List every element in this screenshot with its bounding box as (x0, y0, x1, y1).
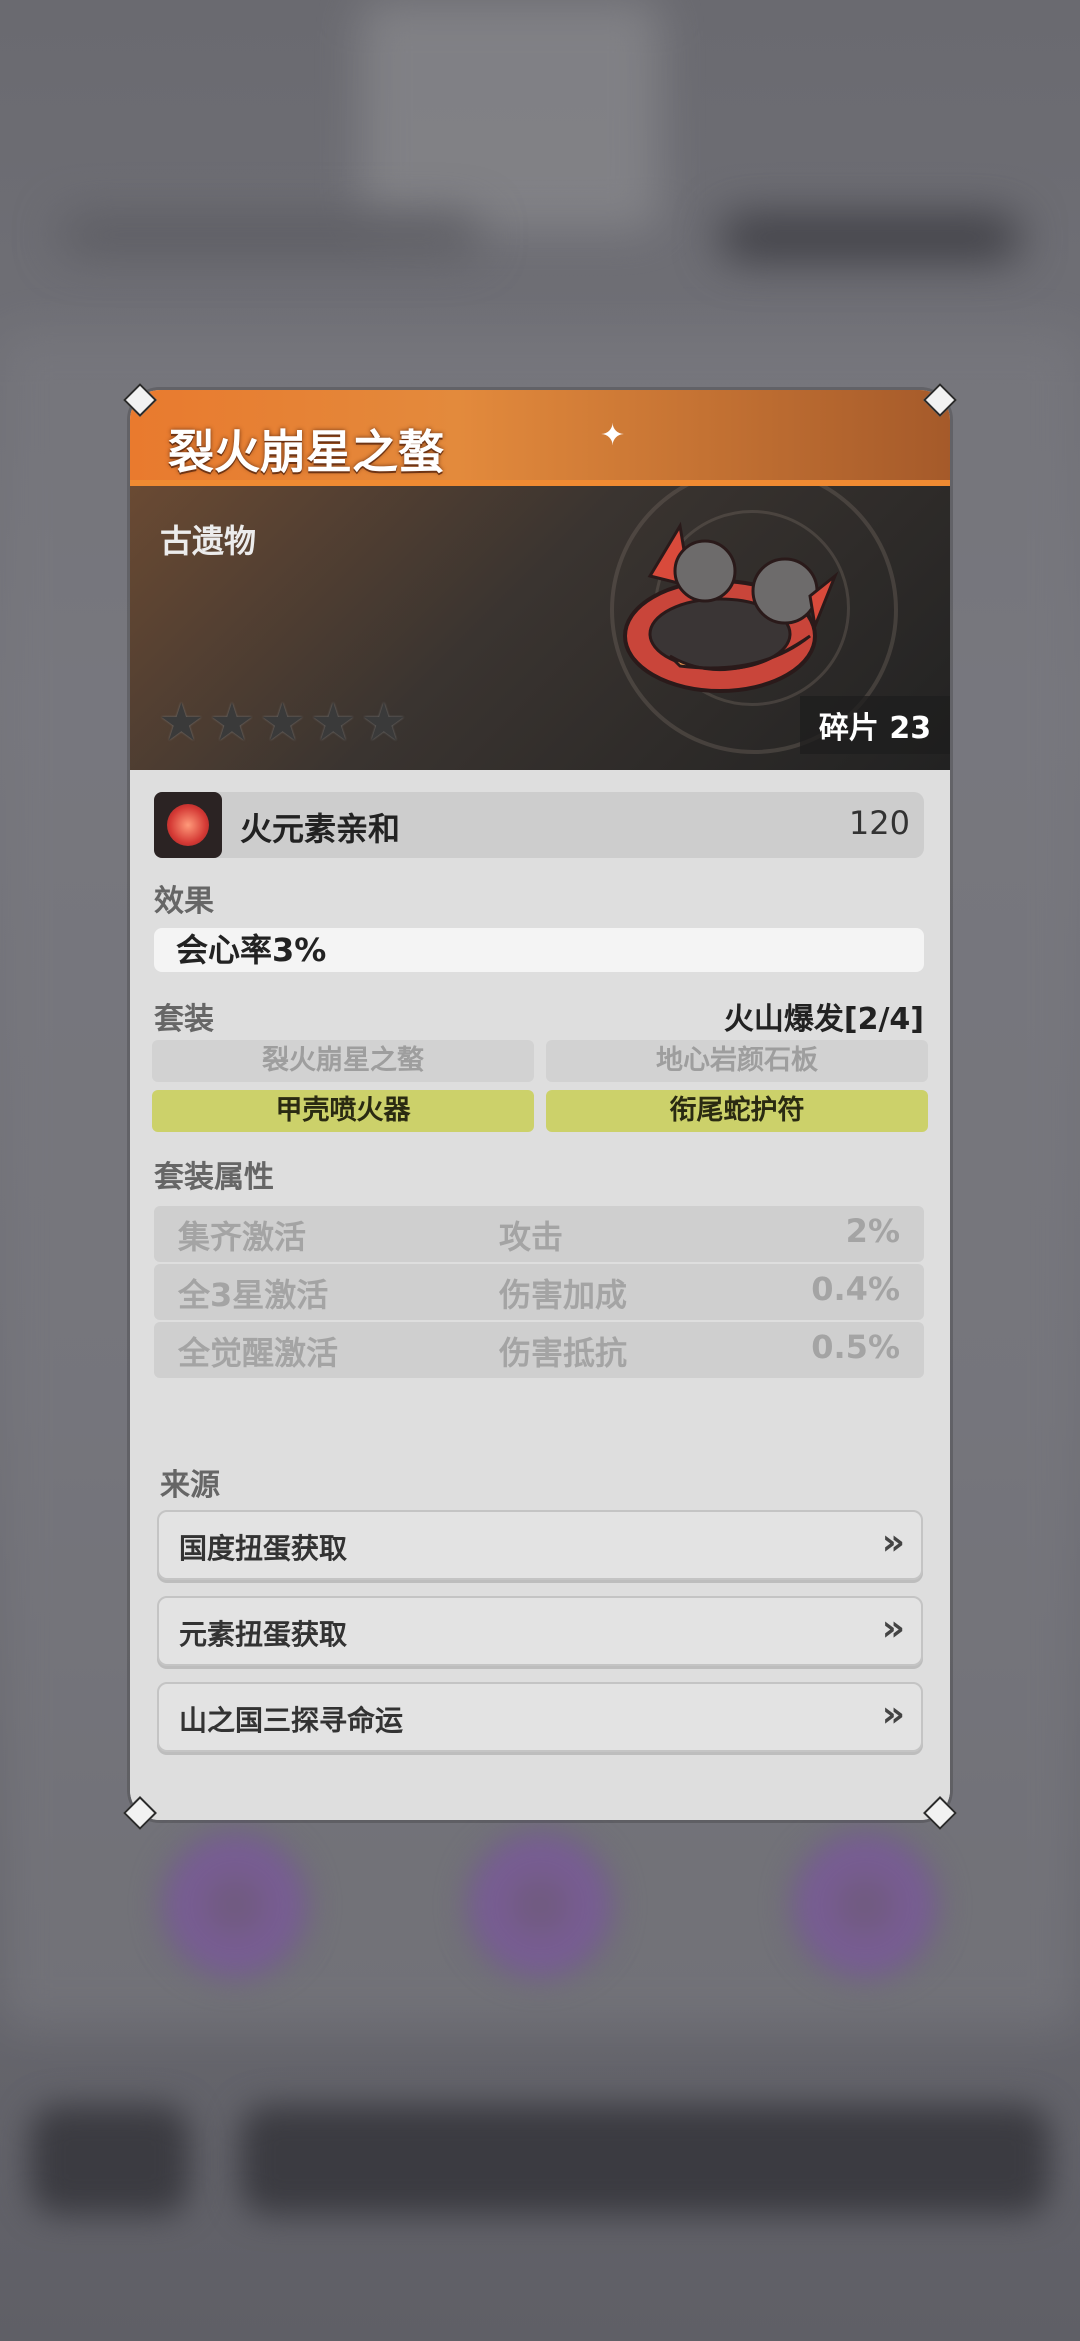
attribute-value: 0.4% (811, 1270, 900, 1308)
star-rating: ★ ★ ★ ★ ★ (158, 693, 408, 753)
set-piece-active[interactable]: 衔尾蛇护符 (546, 1090, 928, 1132)
star-icon: ★ (208, 693, 256, 753)
double-chevron-right-icon: » (881, 1694, 905, 1735)
set-name: 火山爆发[2/4] (723, 1002, 924, 1037)
background-orb (160, 1830, 310, 1980)
attribute-condition: 全觉醒激活 (178, 1334, 339, 1372)
corner-ornament (122, 1795, 156, 1829)
affinity-value: 120 (848, 804, 910, 842)
attribute-value: 2% (845, 1212, 900, 1250)
set-piece-inactive[interactable]: 地心岩颜石板 (546, 1040, 928, 1082)
crab-claw-relic-icon (623, 521, 839, 693)
attribute-condition: 全3星激活 (178, 1276, 329, 1314)
source-button-label: 国度扭蛋获取 (179, 1532, 348, 1565)
effect-value: 会心率3% (154, 928, 924, 972)
set-label: 套装 (154, 1002, 214, 1037)
element-affinity-row: 火元素亲和 120 (154, 792, 924, 858)
attribute-value: 0.5% (811, 1328, 900, 1366)
set-piece-active[interactable]: 甲壳喷火器 (152, 1090, 534, 1132)
source-label: 来源 (160, 1468, 220, 1503)
background-orb (790, 1830, 940, 1980)
set-attribute-row: 集齐激活 攻击 2% (154, 1206, 924, 1262)
set-attributes-label: 套装属性 (154, 1160, 274, 1195)
card-body: 火元素亲和 120 效果 会心率3% 套装 火山爆发[2/4] 裂火崩星之螯 地… (130, 770, 950, 1820)
background-orb (465, 1830, 615, 1980)
corner-ornament (122, 382, 156, 416)
affinity-label: 火元素亲和 (240, 810, 401, 848)
source-gacha-element-button[interactable]: 元素扭蛋获取 » (157, 1596, 923, 1666)
source-button-label: 山之国三探寻命运 (179, 1704, 404, 1737)
corner-ornament (922, 382, 956, 416)
background-bar (240, 2105, 1050, 2215)
relic-hero: 古遗物 ★ ★ ★ ★ ★ 碎片 23 (130, 486, 950, 770)
star-icon: ★ (309, 693, 357, 753)
relic-title: 裂火崩星之螯 (168, 425, 444, 479)
star-icon: ★ (158, 693, 205, 753)
attribute-stat: 伤害加成 (499, 1276, 628, 1314)
set-attribute-row: 全3星激活 伤害加成 0.4% (154, 1264, 924, 1320)
attribute-condition: 集齐激活 (178, 1218, 307, 1256)
double-chevron-right-icon: » (881, 1522, 905, 1563)
source-mountain-quest-button[interactable]: 山之国三探寻命运 » (157, 1682, 923, 1752)
set-attribute-row: 全觉醒激活 伤害抵抗 0.5% (154, 1322, 924, 1378)
background-blur-shape (60, 215, 480, 255)
card-header: 裂火崩星之螯 ✦ (130, 390, 950, 486)
background-blur-shape (360, 0, 660, 230)
fragment-count: 碎片 23 (800, 696, 950, 754)
background-bar (30, 2105, 190, 2215)
relic-detail-card: 裂火崩星之螯 ✦ 古遗物 ★ ★ ★ ★ ★ 碎片 23 火元素亲和 120 效… (130, 390, 950, 1820)
source-button-label: 元素扭蛋获取 (179, 1618, 348, 1651)
star-icon: ★ (259, 693, 306, 753)
effect-label: 效果 (154, 884, 214, 919)
star-icon: ★ (360, 693, 408, 753)
source-gacha-nation-button[interactable]: 国度扭蛋获取 » (157, 1510, 923, 1580)
fire-element-icon (154, 792, 222, 858)
sparkle-icon: ✦ (600, 418, 626, 453)
attribute-stat: 伤害抵抗 (499, 1334, 628, 1372)
background-blur-shape (720, 215, 1020, 260)
double-chevron-right-icon: » (881, 1608, 905, 1649)
corner-ornament (922, 1795, 956, 1829)
relic-category: 古遗物 (160, 522, 257, 560)
set-piece-inactive[interactable]: 裂火崩星之螯 (152, 1040, 534, 1082)
attribute-stat: 攻击 (499, 1218, 564, 1256)
